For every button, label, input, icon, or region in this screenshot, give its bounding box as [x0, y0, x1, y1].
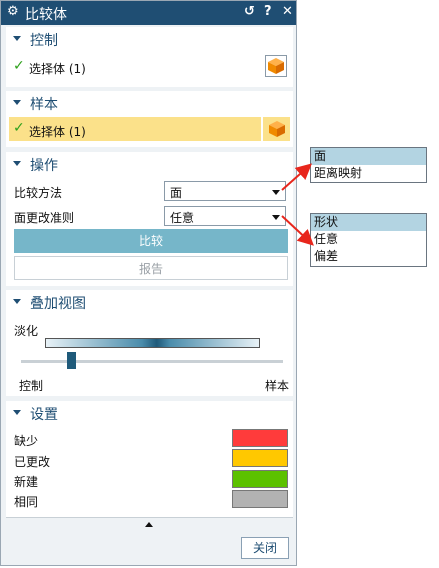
method-callout-arrow — [281, 163, 312, 191]
criteria-callout-arrow — [281, 215, 314, 246]
callout-arrows — [281, 163, 314, 246]
